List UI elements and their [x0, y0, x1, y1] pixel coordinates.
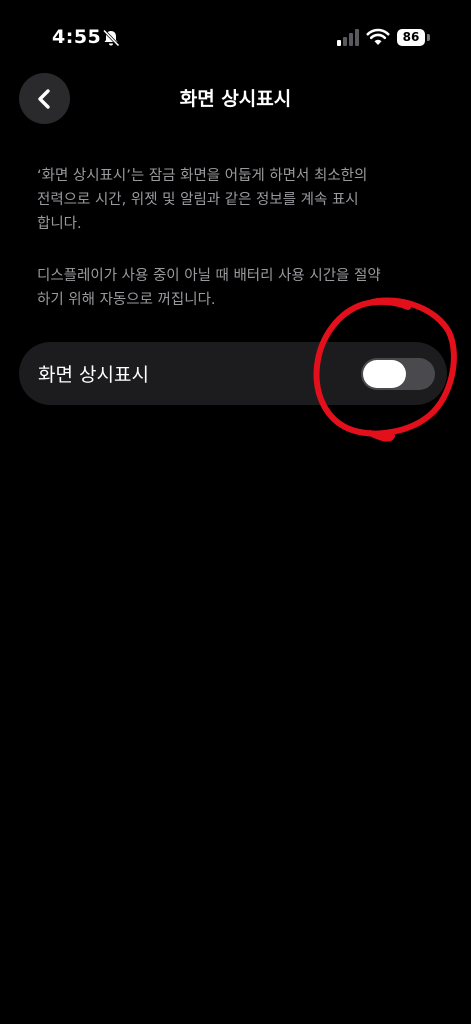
page-title: 화면 상시표시 [179, 88, 292, 110]
status-bar: 4:55 86 [0, 0, 471, 70]
toggle-knob [363, 360, 406, 388]
red-circle-annotation [313, 297, 457, 442]
description-text: 디스플레이가 사용 중이 아닐 때 배터리 사용 시간을 절약 하기 위해 자동… [37, 268, 381, 308]
battery-tip [427, 34, 430, 41]
bell-slash-icon [101, 28, 121, 48]
setting-label: 화면 상시표시 [38, 364, 149, 386]
always-on-display-row: 화면 상시표시 [19, 342, 447, 405]
always-on-display-toggle[interactable] [361, 358, 435, 390]
battery-level: 86 [397, 29, 425, 46]
description-text: ‘화면 상시표시’는 잠금 화면을 어둡게 하면서 최소한의 전력으로 시간, … [37, 168, 368, 232]
wifi-icon [366, 28, 390, 46]
cellular-signal-icon [337, 29, 361, 46]
status-time: 4:55 [52, 26, 102, 48]
